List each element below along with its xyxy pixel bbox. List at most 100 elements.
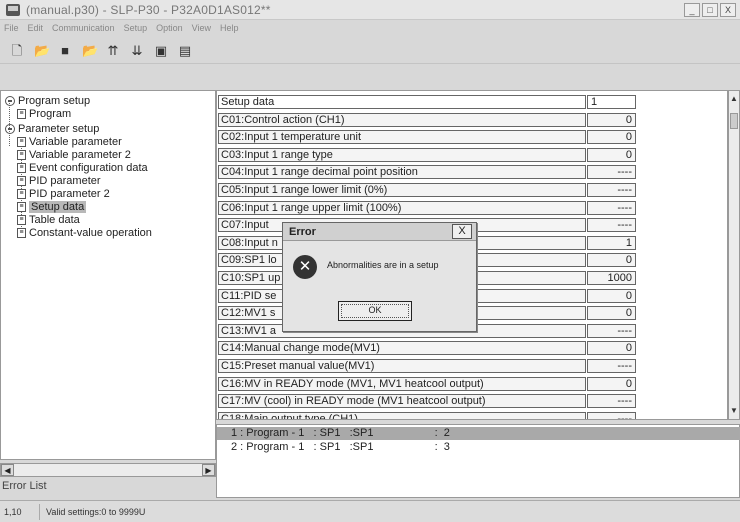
scroll-right-icon[interactable]: ▶ [202,464,215,476]
ok-button[interactable]: OK [338,301,412,321]
grid-cell-name[interactable]: C05:Input 1 range lower limit (0%) [218,183,586,197]
grid-cell-value[interactable]: ---- [587,323,636,338]
program-list-pane: 1 : Program - 1 : SP1 :SP1 : 2 2 : Progr… [216,424,740,498]
tree-item-parameter-setup[interactable]: Parameter setup [5,123,99,135]
grid-cell-value[interactable]: 0 [587,288,636,303]
grid-cell-value[interactable]: 0 [587,341,636,356]
upload-icon[interactable]: ⇈ [106,43,120,58]
dialog-close-button[interactable]: X [452,224,472,239]
document-icon: ≡ [17,137,26,147]
grid-cell-name[interactable]: C18:Main output type (CH1) [218,411,586,419]
grid-cell-value[interactable]: 0 [587,112,636,127]
grid-cell-value[interactable]: ---- [587,218,636,233]
folder-icon [5,96,15,106]
new-file-icon[interactable]: 🗋 [10,43,24,58]
menu-view[interactable]: View [192,23,211,33]
grid-row[interactable]: C18:Main output type (CH1) ---- [217,411,727,419]
grid-row[interactable]: C15:Preset manual value(MV1) ---- [217,359,727,373]
menu-edit[interactable]: Edit [28,23,44,33]
grid-row[interactable]: C06:Input 1 range upper limit (100%) ---- [217,200,727,215]
tree-item-table-data[interactable]: ≡ Table data [17,214,80,226]
monitor-icon[interactable]: ▣ [154,43,168,58]
toolbar: 🗋 📂 ■ 📂 ⇈ ⇊ ▣ ▤ [0,38,740,64]
tree-item-event-configuration-data[interactable]: ≡ Event configuration data [17,162,148,174]
tree-item-variable-parameter-2[interactable]: ≡ Variable parameter 2 [17,149,131,161]
scroll-left-icon[interactable]: ◀ [1,464,14,476]
error-list-label: Error List [2,480,47,492]
document-icon: ≡ [17,228,26,238]
program-list-row[interactable]: 1 : Program - 1 : SP1 :SP1 : 2 [217,427,740,440]
menu-communication[interactable]: Communication [52,23,115,33]
grid-cell-value[interactable]: 1000 [587,271,636,285]
grid-cell-value[interactable]: 0 [587,306,636,321]
open-save-icon[interactable]: 📂 [82,43,98,58]
grid-vertical-scrollbar[interactable]: ▲ ▼ [728,90,740,420]
tree-item-pid-parameter-2[interactable]: ≡ PID parameter 2 [17,188,110,200]
scroll-thumb[interactable] [730,113,738,129]
grid-cell-value[interactable]: ---- [587,394,636,409]
document-icon: ≡ [17,150,26,160]
grid-row[interactable]: C01:Control action (CH1) 0 [217,112,727,127]
grid-row[interactable]: C02:Input 1 temperature unit 0 [217,130,727,145]
dialog-title: Error [289,226,316,238]
grid-row[interactable]: C14:Manual change mode(MV1) 0 [217,341,727,356]
grid-row[interactable]: C05:Input 1 range lower limit (0%) ---- [217,183,727,197]
grid-cell-value[interactable]: 0 [587,147,636,162]
grid-cell-name[interactable]: C04:Input 1 range decimal point position [218,165,586,180]
window-controls: _ □ X [684,3,736,17]
menu-help[interactable]: Help [220,23,239,33]
error-icon: ✕ [293,255,317,279]
grid-row[interactable]: C04:Input 1 range decimal point position… [217,165,727,180]
tree-pane: Program setup ≡ Program Parameter setup … [0,90,216,460]
grid-cell-value[interactable]: 0 [587,376,636,391]
menu-setup[interactable]: Setup [124,23,148,33]
grid-row[interactable]: C16:MV in READY mode (MV1, MV1 heatcool … [217,376,727,391]
tree-label: Setup data [29,201,87,213]
tree-item-pid-parameter[interactable]: ≡ PID parameter [17,175,101,187]
title-bar: (manual.p30) - SLP-P30 - P32A0D1AS012** … [0,0,740,20]
minimize-button[interactable]: _ [684,3,700,17]
tree-horizontal-scrollbar[interactable]: ◀ ▶ [0,463,216,477]
menu-file[interactable]: File [4,23,19,33]
grid-cell-name[interactable]: C14:Manual change mode(MV1) [218,341,586,356]
grid-cell-value[interactable]: 0 [587,253,636,268]
status-message: Valid settings:0 to 9999U [46,506,146,517]
grid-cell-name[interactable]: C02:Input 1 temperature unit [218,130,586,145]
document-icon: ≡ [17,109,26,119]
error-dialog: Error X ✕ Abnormalities are in a setup O… [282,222,477,332]
grid-cell-value[interactable]: 1 [587,235,636,250]
grid-header-name: Setup data [218,95,586,109]
grid-cell-name[interactable]: C03:Input 1 range type [218,147,586,162]
download-icon[interactable]: ⇊ [130,43,144,58]
grid-row[interactable]: C17:MV (cool) in READY mode (MV1 heatcoo… [217,394,727,409]
tree-item-variable-parameter[interactable]: ≡ Variable parameter [17,136,122,148]
save-icon[interactable]: ■ [58,43,72,58]
grid-cell-name[interactable]: C06:Input 1 range upper limit (100%) [218,200,586,215]
grid-cell-name[interactable]: C01:Control action (CH1) [218,112,586,127]
document-icon: ≡ [17,189,26,199]
tree-item-constant-value-operation[interactable]: ≡ Constant-value operation [17,227,152,239]
scroll-up-icon[interactable]: ▲ [729,93,739,105]
grid-row[interactable]: C03:Input 1 range type 0 [217,147,727,162]
menu-option[interactable]: Option [156,23,183,33]
open-folder-icon[interactable]: 📂 [34,43,50,58]
dialog-message: Abnormalities are in a setup [327,260,439,270]
grid-cell-value[interactable]: ---- [587,359,636,373]
grid-cell-value[interactable]: ---- [587,183,636,197]
grid-cell-name[interactable]: C16:MV in READY mode (MV1, MV1 heatcool … [218,376,586,391]
program-list-row[interactable]: 2 : Program - 1 : SP1 :SP1 : 3 [217,441,740,454]
tree-item-setup-data[interactable]: ≡ Setup data [17,201,87,213]
grid-cell-value[interactable]: ---- [587,200,636,215]
grid-cell-name[interactable]: C15:Preset manual value(MV1) [218,359,586,373]
document-icon: ≡ [17,163,26,173]
grid-cell-value[interactable]: ---- [587,411,636,419]
scroll-down-icon[interactable]: ▼ [729,405,739,417]
tree-item-program[interactable]: ≡ Program [17,108,71,120]
grid-cell-name[interactable]: C17:MV (cool) in READY mode (MV1 heatcoo… [218,394,586,409]
maximize-button[interactable]: □ [702,3,718,17]
screen-icon[interactable]: ▤ [178,43,192,58]
grid-cell-value[interactable]: 0 [587,130,636,145]
grid-cell-value[interactable]: ---- [587,165,636,180]
close-window-button[interactable]: X [720,3,736,17]
tree-item-program-setup[interactable]: Program setup [5,95,90,107]
